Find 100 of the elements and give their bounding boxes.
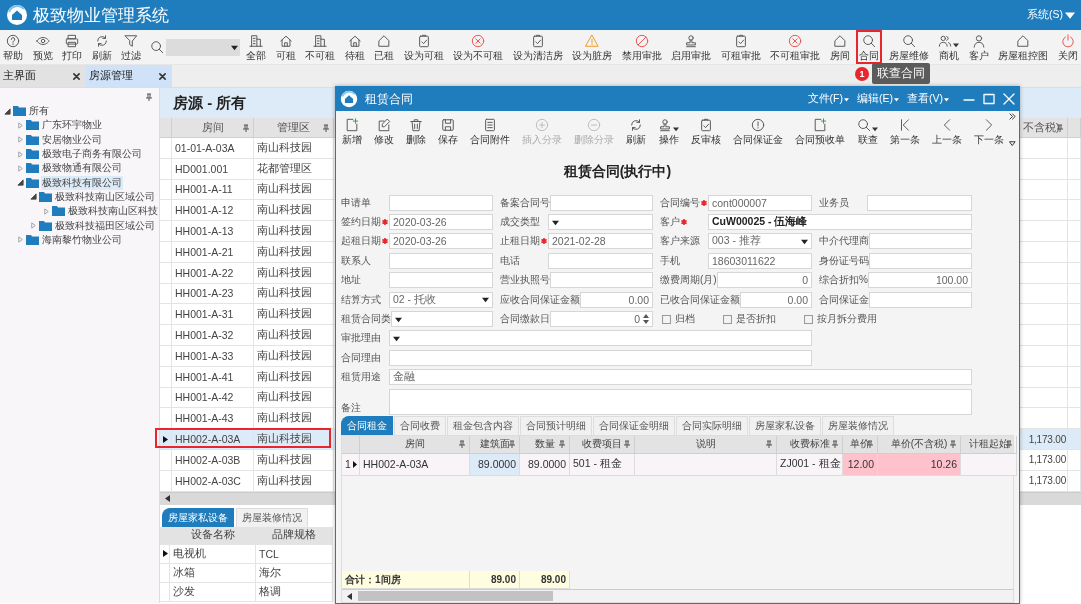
toolbar-button[interactable]: 启用审批 [668,30,715,64]
overflow-icon[interactable] [1009,113,1016,120]
toolbar-button[interactable]: 合同 [856,30,883,64]
close-icon[interactable] [73,72,80,80]
scroll-thumb[interactable] [358,591,553,601]
input-field[interactable]: 金融 [389,369,972,386]
toolbar-button[interactable]: 客户 [965,30,992,64]
tab[interactable]: 房屋装修情况 [236,507,308,527]
toolbar-button[interactable]: 设为不可租 [450,30,507,64]
tab[interactable]: 房屋家私设备 [162,507,234,527]
tree-item[interactable]: 安居物业公司 [41,132,103,147]
checkbox[interactable]: 按月拆分费用 [804,312,877,327]
tree-item[interactable]: 海南黎竹物业公司 [41,232,123,247]
maximize-icon[interactable] [983,93,995,105]
toolbar-button[interactable]: 房屋维修 [885,30,932,64]
tree-item[interactable]: 极致科技南山区科技 [67,204,159,219]
toolbar-button[interactable]: 可租 [272,30,299,64]
toolbar-button[interactable]: 禁用审批 [618,30,665,64]
tab[interactable]: 主界面 [0,65,86,87]
menu-item[interactable]: 文件(F) [807,92,849,106]
number-field[interactable]: 0.00 [580,291,653,308]
input-field[interactable]: 2020-03-26 [389,233,493,250]
tab[interactable]: 合同收费 [394,415,446,435]
toolbar-button[interactable]: 刷新 [622,115,650,147]
toolbar-button[interactable]: 保存 [434,115,462,147]
spinner-field[interactable]: 0 [550,311,653,328]
input-field[interactable]: 18603011622 [708,252,812,269]
toolbar-button[interactable]: 帮助 [0,30,26,64]
dropdown-field[interactable]: 02 - 托收 [389,291,493,308]
input-field[interactable] [389,252,493,269]
text-area[interactable] [389,388,972,415]
toolbar-button[interactable]: 过滤 [118,30,145,64]
tree-item[interactable]: 极致科技南山区域公司 [54,189,156,204]
checkbox[interactable]: 归档 [662,312,695,327]
toolbar-button[interactable]: 设为可租 [400,30,447,64]
toolbar-button[interactable]: 打印 [59,30,86,64]
toolbar-button[interactable]: 刷新 [88,30,115,64]
expand-arrow-icon[interactable] [4,107,11,115]
scrollbar[interactable] [342,589,1013,602]
tab[interactable]: 合同预计明细 [520,415,592,435]
dropdown-field[interactable] [389,330,812,347]
toolbar-button[interactable]: 已租 [371,30,398,64]
toolbar-button[interactable]: 关闭 [1054,30,1081,64]
input-field[interactable] [869,291,972,308]
toolbar-button[interactable]: 上一条 [928,115,966,147]
toolbar-button[interactable]: 设为脏房 [569,30,616,64]
tree-item[interactable]: 广东环宇物业 [41,118,103,133]
toolbar-button[interactable]: 房间 [826,30,853,64]
toolbar-button[interactable]: 修改 [370,115,398,147]
tab[interactable]: 合同租金 [341,415,393,435]
input-field[interactable] [389,194,493,211]
input-field[interactable]: CuW00025 - 伍海峰 [708,214,972,231]
input-field[interactable] [389,272,493,289]
input-field[interactable] [389,349,812,366]
toolbar-button[interactable]: 可租审批 [717,30,764,64]
caret-icon[interactable] [1009,140,1016,147]
toolbar-button[interactable]: 全部 [243,30,270,64]
system-menu[interactable]: 系统(S) [1027,8,1075,22]
toolbar-button[interactable]: 设为清洁房 [509,30,566,64]
toolbar-button[interactable]: 商机 [935,30,963,64]
tree-item[interactable]: 极致物通有限公司 [41,161,123,176]
input-field[interactable] [867,194,972,211]
spinner-arrows-icon[interactable] [643,313,649,326]
close-icon[interactable] [159,72,166,80]
toolbar-button[interactable]: 不可租审批 [767,30,824,64]
toolbar-button[interactable]: 合同预收单 [791,115,849,147]
expand-arrow-icon[interactable] [17,179,24,187]
input-field[interactable]: 2020-03-26 [389,214,493,231]
tree-item[interactable]: 所有 [28,104,50,119]
input-field[interactable] [550,194,653,211]
tab[interactable]: 房屋装修情况 [822,415,894,435]
expand-arrow-icon[interactable] [30,193,37,201]
tab[interactable]: 租金包含内容 [447,415,519,435]
toolbar-button[interactable]: 联查 [853,115,882,147]
menu-item[interactable]: 编辑(E) [857,92,899,106]
input-field[interactable]: 2021-02-28 [548,233,653,250]
toolbar-button[interactable]: 新增 [338,115,366,147]
toolbar-button[interactable]: 删除 [402,115,430,147]
toolbar-button[interactable]: 待租 [341,30,368,64]
toolbar-button[interactable]: 合同保证金 [729,115,787,147]
tab[interactable]: 房屋家私设备 [749,415,821,435]
tab[interactable]: 合同保证金明细 [593,415,675,435]
toolbar-button[interactable]: 反审核 [687,115,725,147]
dropdown-field[interactable] [391,311,493,328]
input-field[interactable] [548,252,653,269]
tab[interactable]: 合同实际明细 [676,415,748,435]
toolbar-button[interactable]: 第一条 [886,115,924,147]
menu-item[interactable]: 查看(V) [907,92,949,106]
dropdown-field[interactable]: 003 - 推荐 [708,233,812,250]
tree-item[interactable]: 极致科技有限公司 [41,175,123,190]
toolbar-button[interactable]: 不可租 [302,30,339,64]
search-field[interactable] [165,38,240,56]
input-field[interactable] [869,233,972,250]
input-field[interactable]: cont000007 [708,194,812,211]
toolbar-button[interactable]: 房屋租控图 [995,30,1052,64]
input-field[interactable] [869,252,972,269]
toolbar-button[interactable]: 预览 [29,30,56,64]
number-field[interactable]: 0.00 [740,291,812,308]
number-field[interactable]: 0 [716,272,812,289]
tree-item[interactable]: 极致科技福田区域公司 [54,218,156,233]
